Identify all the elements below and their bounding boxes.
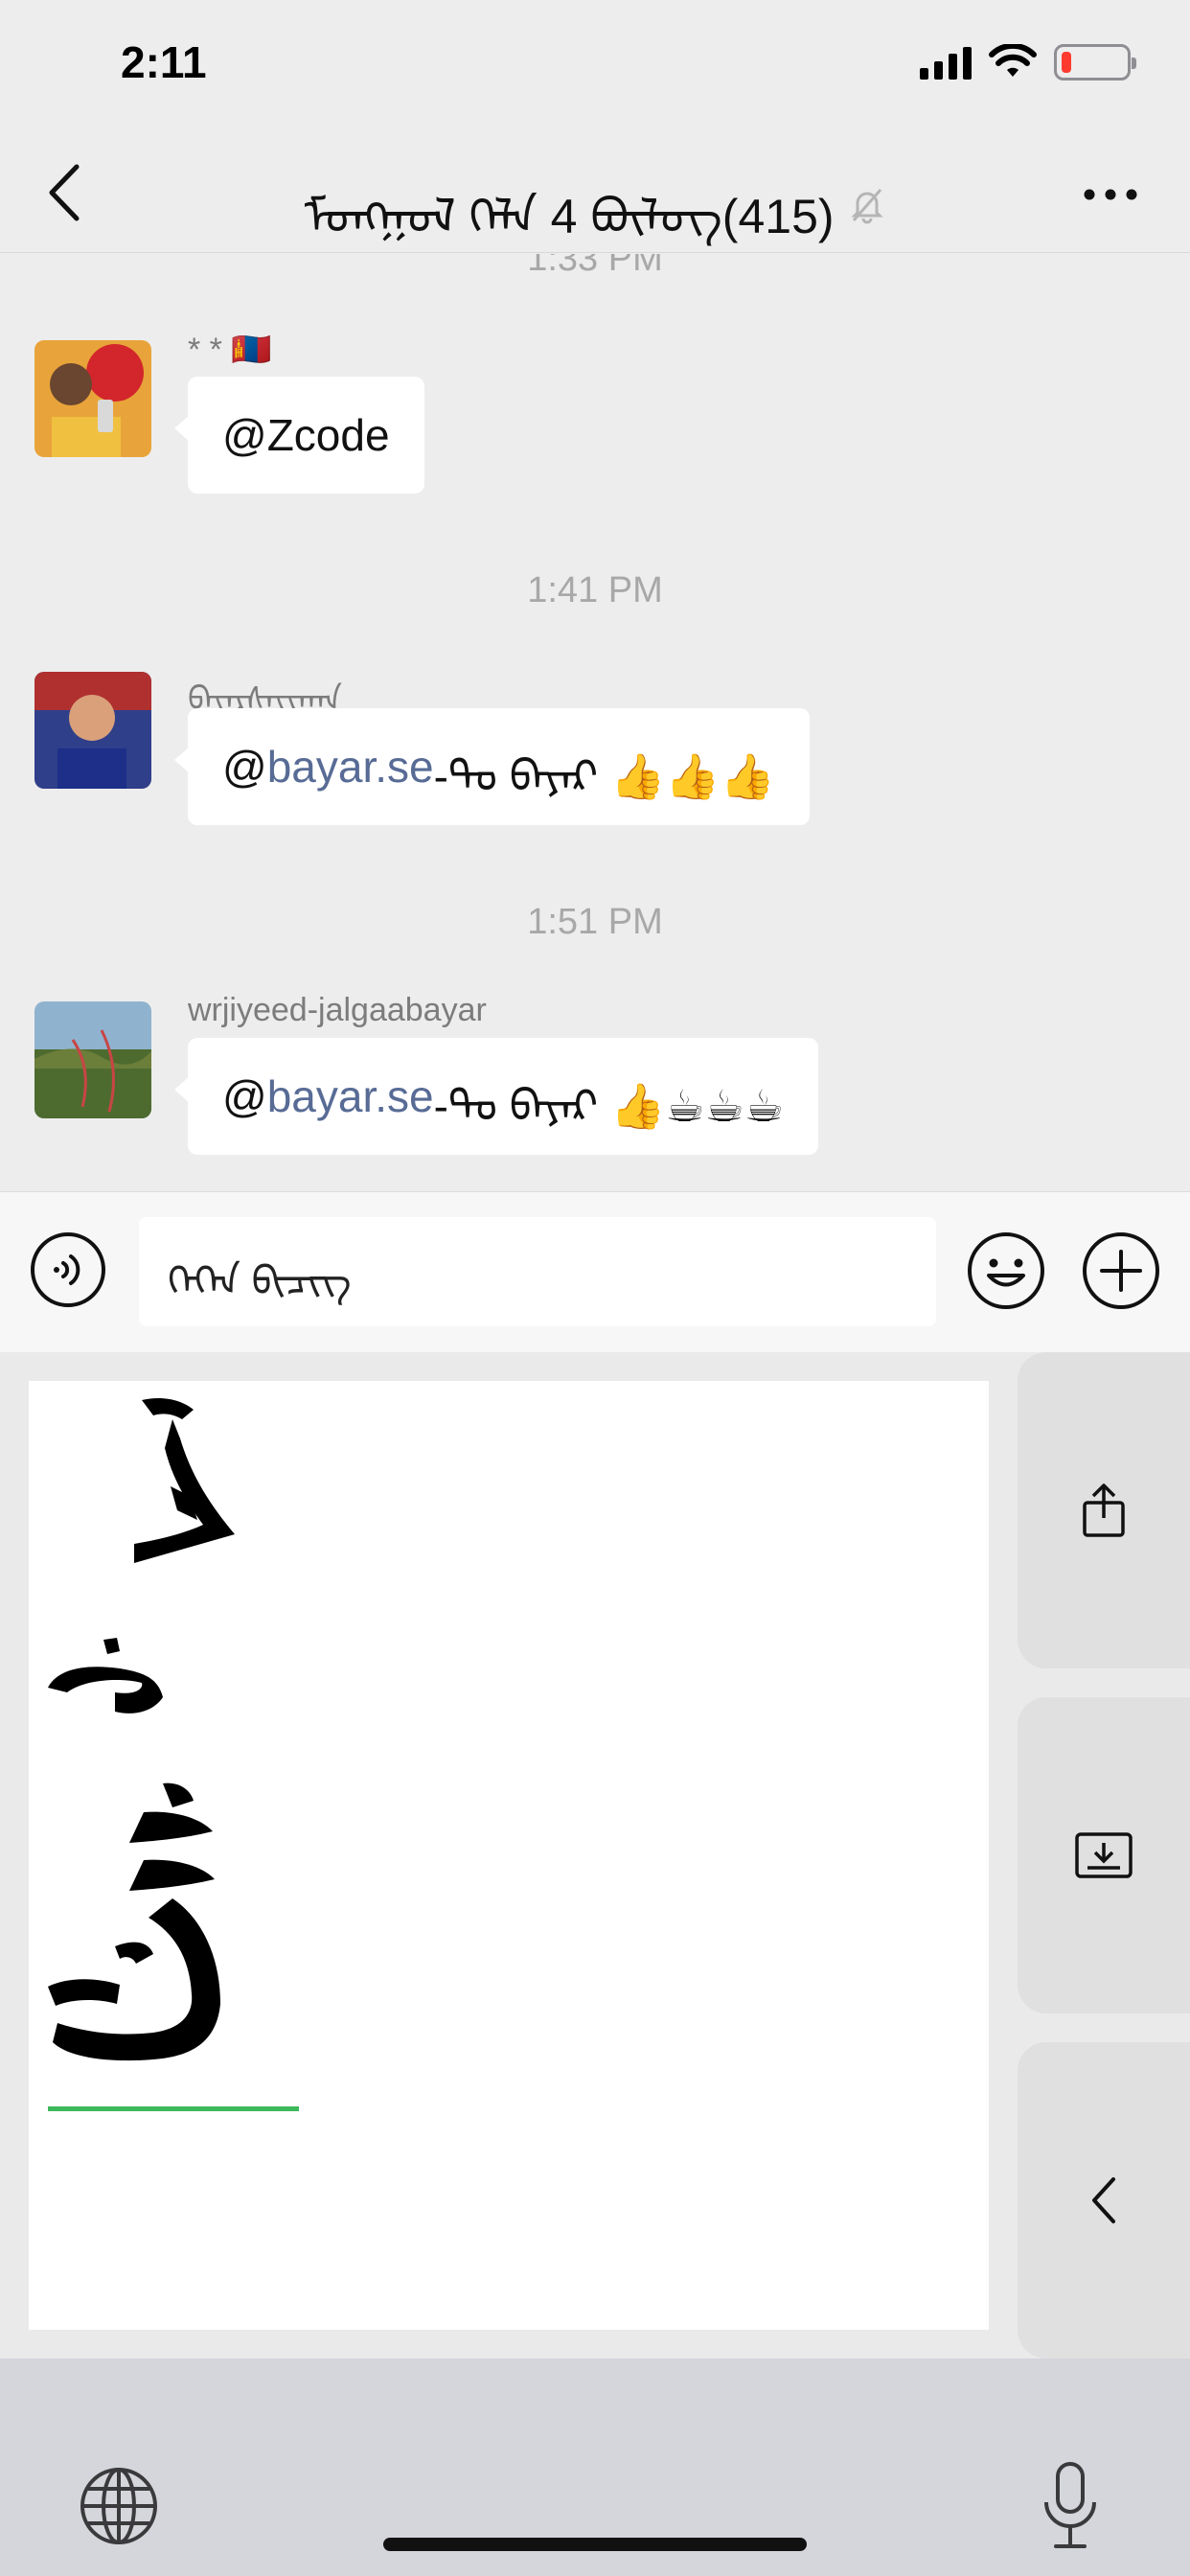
share-icon xyxy=(1083,1484,1125,1537)
status-bar: 2:11 xyxy=(0,0,1190,134)
sender-name: * * 🇲🇳 xyxy=(188,332,272,368)
add-more-icon[interactable] xyxy=(1081,1230,1161,1311)
wifi-icon xyxy=(989,44,1037,77)
status-time: 2:11 xyxy=(121,37,207,87)
nav-bar: ᠮᠣᠩᠭᠣᠯ ᠬᠡᠯᠡ 4 ᠪᠦᠯᠦᠭ(415) xyxy=(0,134,1190,253)
globe-icon[interactable] xyxy=(79,2466,159,2546)
battery-level xyxy=(1062,52,1071,73)
status-icons xyxy=(920,44,1136,80)
timestamp: 1:51 PM xyxy=(527,902,663,942)
dismiss-keyboard-key[interactable] xyxy=(1018,1697,1190,2013)
share-key[interactable] xyxy=(1018,1352,1190,1668)
home-indicator[interactable] xyxy=(383,2538,807,2551)
sender-name: wrjiyeed-jalgaabayar xyxy=(188,992,487,1028)
message-bubble[interactable]: @ bayar.se -ᠲᠤ ᠪᠠᠶᠠᠷ 👍👍👍 xyxy=(174,708,810,825)
back-key[interactable] xyxy=(1018,2042,1190,2358)
microphone-icon[interactable] xyxy=(1041,2460,1100,2552)
mention-link[interactable]: bayar.se xyxy=(267,1070,434,1122)
voice-input-icon[interactable] xyxy=(29,1230,107,1309)
handwriting-canvas[interactable] xyxy=(29,1381,989,2330)
mention-link[interactable]: bayar.se xyxy=(267,741,434,793)
message-text: -ᠲᠤ ᠪᠠᠶᠠᠷ 👍👍👍 xyxy=(433,751,775,801)
avatar[interactable] xyxy=(34,672,151,789)
handwriting-keyboard xyxy=(0,1352,1190,2576)
message-input-text: ᠬᠡᠭᠡᠨ ᠪᠢᠴᠢᠭ xyxy=(168,1257,352,1303)
message-text: @Zcode xyxy=(222,410,390,460)
input-bar: ᠬᠡᠭᠡᠨ ᠪᠢᠴᠢᠭ xyxy=(0,1191,1190,1352)
timestamp: 1:33 PM xyxy=(527,254,663,279)
message-bubble[interactable]: @Zcode xyxy=(174,377,424,494)
chat-title: ᠮᠣᠩᠭᠣᠯ ᠬᠡᠯᠡ 4 ᠪᠦᠯᠦᠭ(415) xyxy=(0,163,1190,247)
message-text: @ xyxy=(222,742,267,792)
message-input[interactable]: ᠬᠡᠭᠡᠨ ᠪᠢᠴᠢᠭ xyxy=(139,1217,936,1326)
timestamp: 1:41 PM xyxy=(527,570,663,610)
message-bubble[interactable]: @ bayar.se -ᠲᠤ ᠪᠠᠶᠠᠷ 👍☕☕☕ xyxy=(174,1038,818,1155)
avatar[interactable] xyxy=(34,340,151,457)
chevron-left-icon xyxy=(1092,2177,1115,2223)
cellular-signal-icon xyxy=(920,45,972,80)
more-options-icon[interactable] xyxy=(1077,161,1144,228)
battery-icon xyxy=(1054,44,1136,80)
keyboard-dismiss-icon xyxy=(1075,1832,1133,1878)
handwriting-strokes xyxy=(48,1398,235,2061)
chat-title-text: ᠮᠣᠩᠭᠣᠯ ᠬᠡᠯᠡ 4 ᠪᠦᠯᠦᠭ(415) xyxy=(304,190,835,243)
handwriting-pad-area xyxy=(0,1352,1190,2358)
chat-messages[interactable]: 1:33 PM * * 🇲🇳 @Zcode 1:41 PM ᠪᠠᠶᠠᠷᠰᠠᠶᠢᠬ… xyxy=(0,254,1190,1191)
message-text: -ᠲᠤ ᠪᠠᠶᠠᠷ 👍☕☕☕ xyxy=(433,1081,784,1131)
bell-slash-icon xyxy=(850,189,883,224)
message-text: @ xyxy=(222,1071,267,1121)
avatar[interactable] xyxy=(34,1001,151,1118)
handwriting-underline xyxy=(48,2106,299,2111)
emoji-icon[interactable] xyxy=(966,1230,1046,1311)
